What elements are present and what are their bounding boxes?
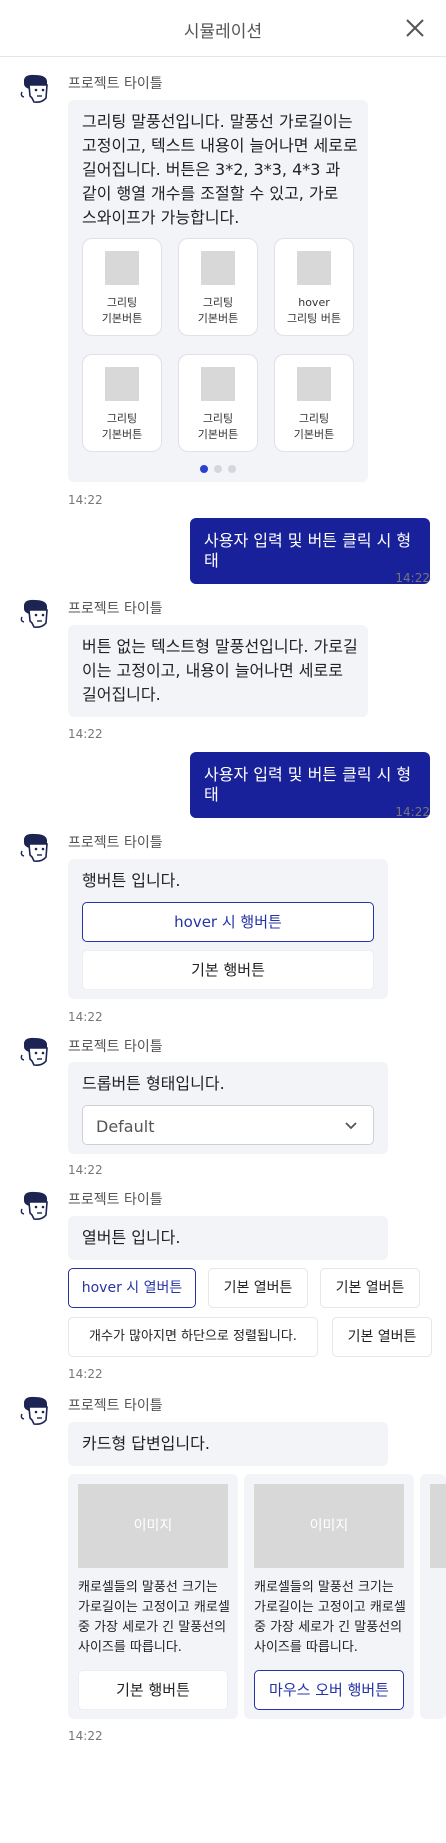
user-message: 사용자 입력 및 버튼 클릭 시 형태 (190, 518, 430, 584)
greeting-bubble: 그리팅 말풍선입니다. 말풍선 가로길이는 고정이고, 텍스트 내용이 늘어나면… (68, 100, 368, 482)
column-button[interactable]: 기본 열버튼 (208, 1268, 308, 1308)
image-placeholder (105, 367, 139, 401)
bot-avatar-icon (20, 74, 48, 103)
bubble-text: 행버튼 입니다. (82, 871, 181, 890)
dropdown-select[interactable]: Default (82, 1105, 374, 1145)
timestamp: 14:22 (68, 1729, 103, 1743)
timestamp: 14:22 (395, 571, 430, 585)
card-button[interactable]: 기본 행버튼 (78, 1670, 228, 1710)
bot-avatar-icon (20, 1396, 48, 1425)
sender-name: 프로젝트 타이틀 (68, 76, 163, 92)
user-message: 사용자 입력 및 버튼 클릭 시 형태 (190, 752, 430, 818)
row-button[interactable]: 기본 행버튼 (82, 950, 374, 990)
column-button[interactable]: 개수가 많아지면 하단으로 정렬됩니다. (68, 1317, 318, 1357)
sender-name: 프로젝트 타이틀 (68, 835, 163, 851)
timestamp: 14:22 (68, 1010, 103, 1024)
pagination-dot-active[interactable] (200, 465, 208, 473)
image-placeholder (297, 367, 331, 401)
grid-button[interactable]: 그리팅 기본버튼 (274, 354, 354, 452)
image-placeholder (201, 367, 235, 401)
chevron-down-icon (345, 1122, 357, 1130)
column-button[interactable]: 기본 열버튼 (320, 1268, 420, 1308)
grid-button[interactable]: 그리팅 기본버튼 (82, 354, 162, 452)
timestamp: 14:22 (68, 727, 103, 741)
sender-name: 프로젝트 타이틀 (68, 1039, 163, 1055)
bubble-text: 버튼 없는 텍스트형 말풍선입니다. 가로길이는 고정이고, 내용이 늘어나면 … (82, 637, 358, 704)
grid-button[interactable]: 그리팅 기본버튼 (178, 238, 258, 336)
card-description: 캐로셀들의 말풍선 크기는 가로길이는 고정이고 캐로셀 중 가장 세로가 긴 … (78, 1580, 230, 1655)
sender-name: 프로젝트 타이틀 (68, 1192, 163, 1208)
column-button-hover[interactable]: hover 시 열버튼 (68, 1268, 196, 1308)
bot-avatar-icon (20, 1191, 48, 1220)
row-button-hover[interactable]: hover 시 행버튼 (82, 902, 374, 942)
bubble-text: 카드형 답변입니다. (82, 1434, 210, 1453)
carousel-card: 이미지 캐로셀들의 말풍선 크기는 가로길이는 고정이고 캐로셀 중 가장 세로… (68, 1474, 238, 1719)
row-button-bubble: 행버튼 입니다. hover 시 행버튼 기본 행버튼 (68, 859, 388, 999)
timestamp: 14:22 (68, 1367, 103, 1381)
timestamp: 14:22 (395, 805, 430, 819)
header: 시뮬레이션 (0, 0, 446, 57)
sender-name: 프로젝트 타이틀 (68, 601, 163, 617)
pagination-dot[interactable] (228, 465, 236, 473)
pagination-dot[interactable] (214, 465, 222, 473)
carousel-card-partial (420, 1474, 446, 1719)
text-bubble: 버튼 없는 텍스트형 말풍선입니다. 가로길이는 고정이고, 내용이 늘어나면 … (68, 625, 368, 717)
grid-button-label: 그리팅 기본버튼 (101, 412, 143, 441)
close-icon[interactable] (404, 17, 426, 39)
bot-avatar-icon (20, 833, 48, 862)
grid-button-label: hover 그리팅 버튼 (286, 296, 342, 325)
sender-name: 프로젝트 타이틀 (68, 1398, 163, 1414)
image-placeholder (105, 251, 139, 285)
grid-button-label: 그리팅 기본버튼 (197, 296, 239, 325)
card-image: 이미지 (254, 1484, 404, 1568)
dropdown-bubble: 드롭버튼 형태입니다. Default (68, 1062, 388, 1154)
card-description: 캐로셀들의 말풍선 크기는 가로길이는 고정이고 캐로셀 중 가장 세로가 긴 … (254, 1580, 406, 1655)
image-placeholder (297, 251, 331, 285)
column-button[interactable]: 기본 열버튼 (332, 1317, 432, 1357)
dropdown-value: Default (96, 1117, 155, 1136)
card-intro-bubble: 카드형 답변입니다. (68, 1422, 388, 1466)
carousel-card: 이미지 캐로셀들의 말풍선 크기는 가로길이는 고정이고 캐로셀 중 가장 세로… (244, 1474, 414, 1719)
bot-avatar-icon (20, 599, 48, 628)
timestamp: 14:22 (68, 493, 103, 507)
card-image (430, 1484, 446, 1568)
card-button-hover[interactable]: 마우스 오버 행버튼 (254, 1670, 404, 1710)
grid-button-label: 그리팅 기본버튼 (101, 296, 143, 325)
page-title: 시뮬레이션 (183, 22, 263, 42)
timestamp: 14:22 (68, 1163, 103, 1177)
column-button-bubble: 열버튼 입니다. (68, 1216, 388, 1260)
grid-button[interactable]: 그리팅 기본버튼 (178, 354, 258, 452)
bubble-text: 드롭버튼 형태입니다. (82, 1074, 225, 1093)
grid-button-label: 그리팅 기본버튼 (197, 412, 239, 441)
card-image: 이미지 (78, 1484, 228, 1568)
grid-button-hover[interactable]: hover 그리팅 버튼 (274, 238, 354, 336)
bot-avatar-icon (20, 1037, 48, 1066)
grid-button-label: 그리팅 기본버튼 (293, 412, 335, 441)
bubble-text: 열버튼 입니다. (82, 1228, 181, 1247)
image-placeholder (201, 251, 235, 285)
grid-button[interactable]: 그리팅 기본버튼 (82, 238, 162, 336)
bubble-text: 그리팅 말풍선입니다. 말풍선 가로길이는 고정이고, 텍스트 내용이 늘어나면… (82, 112, 358, 227)
